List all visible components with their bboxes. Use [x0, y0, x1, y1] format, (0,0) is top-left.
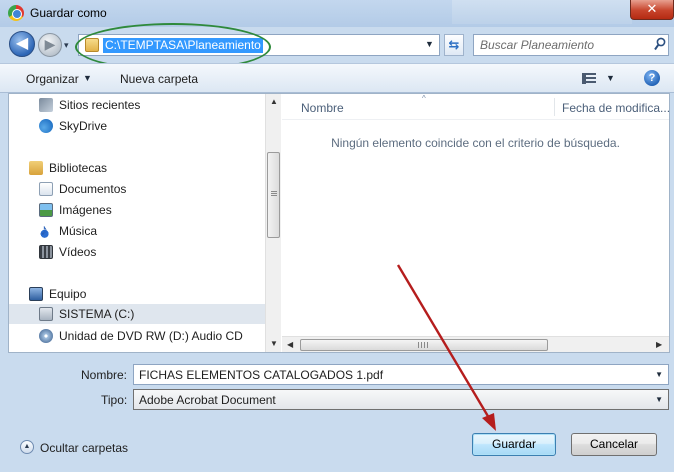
sidebar-item-videos[interactable]: Vídeos: [9, 242, 265, 262]
videos-icon: [39, 245, 53, 259]
navigation-pane: Sitios recientes SkyDrive Bibliotecas Do…: [9, 94, 265, 352]
address-path[interactable]: C:\TEMPTASA\Planeamiento: [103, 38, 263, 53]
scroll-up-icon[interactable]: ▲: [270, 97, 278, 106]
sidebar-item-documents[interactable]: Documentos: [9, 179, 265, 199]
help-icon[interactable]: ?: [644, 70, 660, 86]
chevron-down-icon[interactable]: ▼: [655, 370, 663, 379]
forward-button[interactable]: ▶: [38, 33, 62, 57]
command-toolbar: Organizar ▼ Nueva carpeta ▼ ?: [0, 63, 674, 93]
folder-icon: [85, 38, 99, 52]
hide-folders-label[interactable]: Ocultar carpetas: [40, 441, 128, 455]
file-type-select[interactable]: Adobe Acrobat Document ▼: [133, 389, 669, 410]
sidebar-item-label: Bibliotecas: [49, 161, 108, 175]
view-options-dropdown[interactable]: ▼: [606, 73, 615, 83]
file-list-pane: Nombre ^ Fecha de modifica... Ningún ele…: [282, 94, 670, 352]
sidebar-item-pictures[interactable]: Imágenes: [9, 200, 265, 220]
search-input[interactable]: [480, 38, 650, 52]
music-icon: [39, 221, 53, 241]
scroll-right-icon[interactable]: ▶: [656, 340, 662, 349]
sidebar-item-system-drive[interactable]: SISTEMA (C:): [9, 304, 265, 324]
skydrive-icon: [39, 119, 53, 133]
back-button[interactable]: ◀: [9, 31, 35, 57]
scroll-thumb[interactable]: [267, 152, 280, 238]
chevron-down-icon[interactable]: ▼: [655, 395, 663, 404]
libraries-icon: [29, 161, 43, 175]
view-options-icon[interactable]: [582, 73, 596, 84]
file-type-label: Tipo:: [101, 393, 128, 407]
sidebar-item-skydrive[interactable]: SkyDrive: [9, 116, 265, 136]
drive-icon: [39, 307, 53, 321]
background-window: [452, 0, 632, 24]
address-bar[interactable]: C:\TEMPTASA\Planeamiento ▼: [78, 34, 440, 56]
cancel-button[interactable]: Cancelar: [571, 433, 657, 456]
search-icon[interactable]: [654, 37, 666, 51]
file-type-value: Adobe Acrobat Document: [139, 393, 276, 407]
refresh-button[interactable]: ⇆: [444, 34, 464, 56]
sort-ascending-icon: ^: [422, 94, 426, 103]
scroll-left-icon[interactable]: ◀: [287, 340, 293, 349]
search-box[interactable]: [473, 34, 669, 56]
chevron-down-icon[interactable]: ▼: [83, 73, 92, 83]
filename-field[interactable]: FICHAS ELEMENTOS CATALOGADOS 1.pdf: [139, 368, 383, 382]
empty-results-message: Ningún elemento coincide con el criterio…: [331, 136, 620, 150]
sidebar-item-recent-places[interactable]: Sitios recientes: [9, 95, 265, 115]
close-button[interactable]: ✕: [630, 0, 674, 20]
sidebar-item-label: Música: [59, 224, 98, 238]
sidebar-item-label: Sitios recientes: [59, 98, 141, 112]
sidebar-item-label: Documentos: [59, 182, 127, 196]
sidebar-item-dvd-drive[interactable]: Unidad de DVD RW (D:) Audio CD: [9, 326, 265, 346]
computer-icon: [29, 287, 43, 301]
address-row: ◀ ▶ ▾ C:\TEMPTASA\Planeamiento ▼ ⇆: [0, 27, 674, 62]
chrome-app-icon: [8, 5, 24, 21]
filename-combobox[interactable]: FICHAS ELEMENTOS CATALOGADOS 1.pdf ▼: [133, 364, 669, 385]
navigation-scrollbar[interactable]: ▲ ▼: [265, 94, 281, 352]
window-title: Guardar como: [30, 6, 107, 20]
organize-button[interactable]: Organizar: [26, 72, 79, 86]
address-dropdown-icon[interactable]: ▼: [425, 39, 434, 49]
filename-label: Nombre:: [81, 368, 128, 382]
sidebar-item-computer[interactable]: Equipo: [9, 284, 265, 304]
horizontal-scroll-thumb[interactable]: [300, 339, 548, 351]
scroll-down-icon[interactable]: ▼: [270, 339, 278, 348]
new-folder-button[interactable]: Nueva carpeta: [120, 72, 198, 86]
horizontal-scrollbar[interactable]: ◀ ▶: [282, 336, 669, 352]
sidebar-item-label: SISTEMA (C:): [59, 307, 135, 321]
column-divider[interactable]: [554, 98, 555, 116]
save-button[interactable]: Guardar: [472, 433, 556, 456]
dvd-drive-icon: [39, 329, 53, 343]
recent-locations-dropdown[interactable]: ▾: [64, 40, 69, 51]
column-header-name[interactable]: Nombre: [301, 101, 344, 115]
sidebar-item-label: Vídeos: [59, 245, 97, 259]
column-header-row: Nombre ^ Fecha de modifica...: [282, 94, 670, 120]
content-area: Sitios recientes SkyDrive Bibliotecas Do…: [8, 93, 670, 353]
column-header-date[interactable]: Fecha de modifica...: [562, 101, 670, 115]
sidebar-item-libraries[interactable]: Bibliotecas: [9, 158, 265, 178]
documents-icon: [39, 182, 53, 196]
sidebar-item-label: Equipo: [49, 287, 87, 301]
recent-places-icon: [39, 98, 53, 112]
chevron-up-icon[interactable]: ▲: [20, 440, 34, 454]
sidebar-item-label: Imágenes: [59, 203, 112, 217]
sidebar-item-label: SkyDrive: [59, 119, 108, 133]
sidebar-item-label: Unidad de DVD RW (D:) Audio CD: [59, 329, 243, 343]
pictures-icon: [39, 203, 53, 217]
title-bar: Guardar como ✕: [0, 0, 674, 27]
scroll-grip-icon: [271, 191, 277, 197]
scroll-grip-icon: [418, 342, 428, 348]
sidebar-item-music[interactable]: Música: [9, 221, 265, 241]
